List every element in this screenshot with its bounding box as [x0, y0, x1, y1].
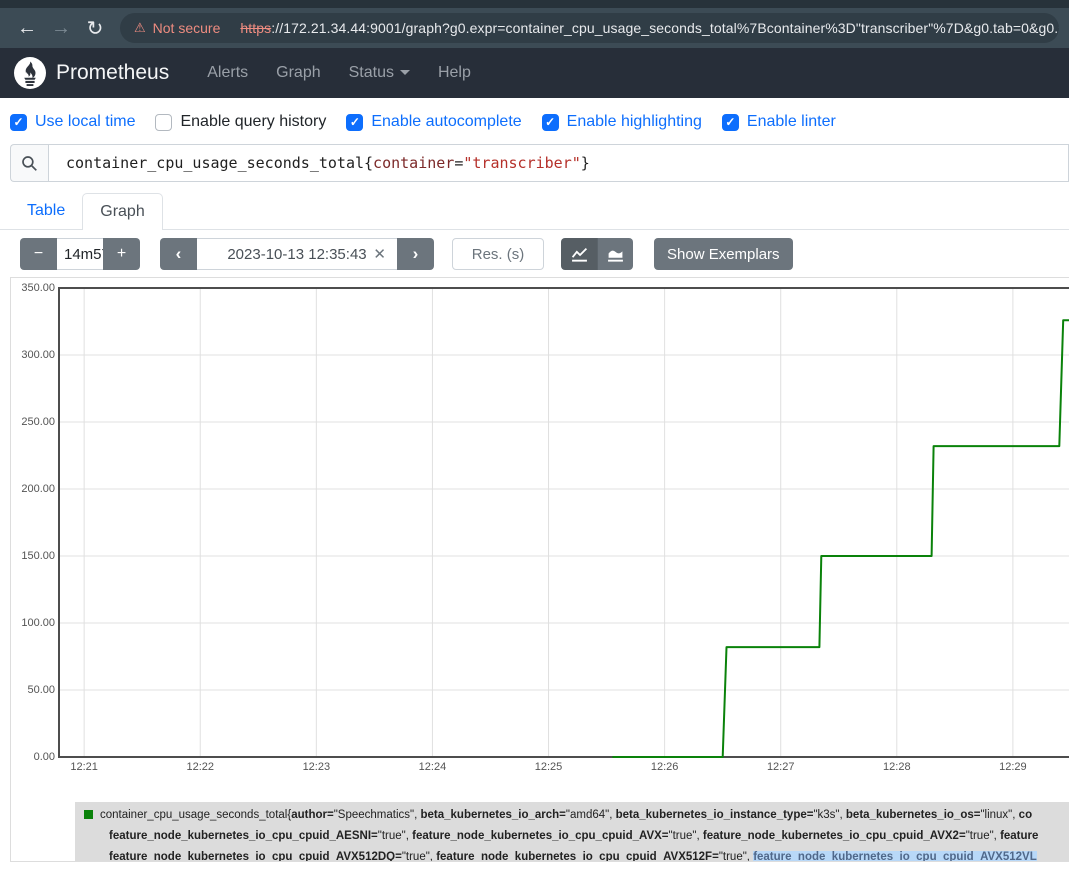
- time-forward-button[interactable]: ›: [397, 238, 434, 270]
- options-row: ✓ Use local time Enable query history ✓ …: [0, 98, 1069, 144]
- y-tick-label: 300.00: [11, 349, 55, 361]
- tab-graph[interactable]: Graph: [82, 193, 162, 230]
- range-increase-button[interactable]: +: [103, 238, 140, 270]
- y-tick-label: 250.00: [11, 416, 55, 428]
- browser-forward-button[interactable]: →: [44, 17, 78, 40]
- y-tick-label: 200.00: [11, 483, 55, 495]
- line-chart-icon: [571, 246, 588, 263]
- x-tick-label: 12:28: [875, 761, 919, 773]
- legend-line[interactable]: feature_node_kubernetes_io_cpu_cpuid_AVX…: [84, 847, 1069, 862]
- prometheus-logo-icon[interactable]: [14, 57, 46, 89]
- search-icon: [21, 155, 38, 172]
- graph-canvas[interactable]: [11, 278, 1069, 778]
- chevron-down-icon: [400, 70, 410, 75]
- time-back-button[interactable]: ‹: [160, 238, 197, 270]
- y-tick-label: 150.00: [11, 550, 55, 562]
- y-tick-label: 0.00: [11, 751, 55, 763]
- clear-datetime-icon[interactable]: ✕: [373, 245, 386, 263]
- chart-type-toggle: [561, 238, 633, 270]
- brand-title[interactable]: Prometheus: [56, 61, 169, 85]
- checkbox-icon[interactable]: ✓: [346, 114, 363, 131]
- legend-line[interactable]: container_cpu_usage_seconds_total{author…: [84, 805, 1069, 826]
- x-tick-label: 12:22: [178, 761, 222, 773]
- stacked-chart-button[interactable]: [597, 238, 633, 270]
- series-color-marker: [84, 810, 93, 819]
- checkbox-icon[interactable]: ✓: [10, 114, 27, 131]
- browser-chrome: ← → ↻ ⚠ Not secure https://172.21.34.44:…: [0, 0, 1069, 48]
- datetime-input[interactable]: 2023-10-13 12:35:43 ✕: [197, 238, 397, 270]
- tab-table[interactable]: Table: [10, 193, 82, 229]
- legend-line[interactable]: feature_node_kubernetes_io_cpu_cpuid_AES…: [84, 826, 1069, 847]
- stacked-chart-icon: [607, 246, 624, 263]
- line-chart-button[interactable]: [561, 238, 597, 270]
- x-tick-label: 12:25: [527, 761, 571, 773]
- x-tick-label: 12:27: [759, 761, 803, 773]
- option-enable-query-history[interactable]: Enable query history: [155, 113, 326, 131]
- browser-back-button[interactable]: ←: [10, 17, 44, 40]
- range-duration-input[interactable]: 14m57s: [57, 238, 103, 270]
- resolution-input[interactable]: Res. (s): [452, 238, 544, 270]
- x-tick-label: 12:23: [294, 761, 338, 773]
- y-tick-label: 100.00: [11, 617, 55, 629]
- option-use-local-time[interactable]: ✓ Use local time: [10, 113, 135, 131]
- x-tick-label: 12:26: [643, 761, 687, 773]
- option-enable-autocomplete[interactable]: ✓ Enable autocomplete: [346, 113, 521, 131]
- search-icon-box: [10, 144, 48, 182]
- nav-item-graph[interactable]: Graph: [262, 64, 334, 82]
- checkbox-icon[interactable]: ✓: [722, 114, 739, 131]
- not-secure-warning-icon: ⚠: [134, 20, 146, 36]
- y-tick-label: 50.00: [11, 684, 55, 696]
- graph-panel: 0.00 50.00 100.00 150.00 200.00 250.00 300.00 3…: [10, 277, 1069, 862]
- address-bar[interactable]: ⚠ Not secure https://172.21.34.44:9001/g…: [120, 13, 1059, 43]
- query-expression-input[interactable]: container_cpu_usage_seconds_total{contai…: [48, 144, 1069, 182]
- datetime-group: ‹ 2023-10-13 12:35:43 ✕ ›: [160, 238, 434, 270]
- x-tick-label: 12:29: [991, 761, 1035, 773]
- option-enable-highlighting[interactable]: ✓ Enable highlighting: [542, 113, 702, 131]
- browser-reload-button[interactable]: ↻: [78, 16, 112, 41]
- graph-controls: − 14m57s + ‹ 2023-10-13 12:35:43 ✕ › Res…: [20, 238, 1069, 270]
- chart-area[interactable]: 0.00 50.00 100.00 150.00 200.00 250.00 300.00 3…: [11, 278, 1069, 778]
- nav-item-help[interactable]: Help: [424, 64, 485, 82]
- nav-item-status[interactable]: Status: [335, 64, 424, 82]
- range-decrease-button[interactable]: −: [20, 238, 57, 270]
- nav-item-alerts[interactable]: Alerts: [193, 64, 262, 82]
- x-tick-label: 12:21: [62, 761, 106, 773]
- window-top-strip: [0, 0, 1069, 8]
- option-enable-linter[interactable]: ✓ Enable linter: [722, 113, 836, 131]
- checkbox-icon[interactable]: [155, 114, 172, 131]
- panel-tabs: Table Graph: [0, 193, 1069, 230]
- url-text[interactable]: https://172.21.34.44:9001/graph?g0.expr=…: [240, 20, 1059, 36]
- duration-group: − 14m57s +: [20, 238, 140, 270]
- legend: container_cpu_usage_seconds_total{author…: [75, 802, 1069, 862]
- not-secure-label[interactable]: Not secure: [153, 20, 221, 36]
- query-bar: container_cpu_usage_seconds_total{contai…: [10, 144, 1069, 182]
- show-exemplars-button[interactable]: Show Exemplars: [654, 238, 793, 270]
- checkbox-icon[interactable]: ✓: [542, 114, 559, 131]
- x-tick-label: 12:24: [410, 761, 454, 773]
- y-tick-label: 350.00: [11, 282, 55, 294]
- url-scheme: https: [240, 20, 271, 36]
- prometheus-navbar: Prometheus Alerts Graph Status Help: [0, 48, 1069, 98]
- url-rest: ://172.21.34.44:9001/graph?g0.expr=conta…: [271, 20, 1059, 36]
